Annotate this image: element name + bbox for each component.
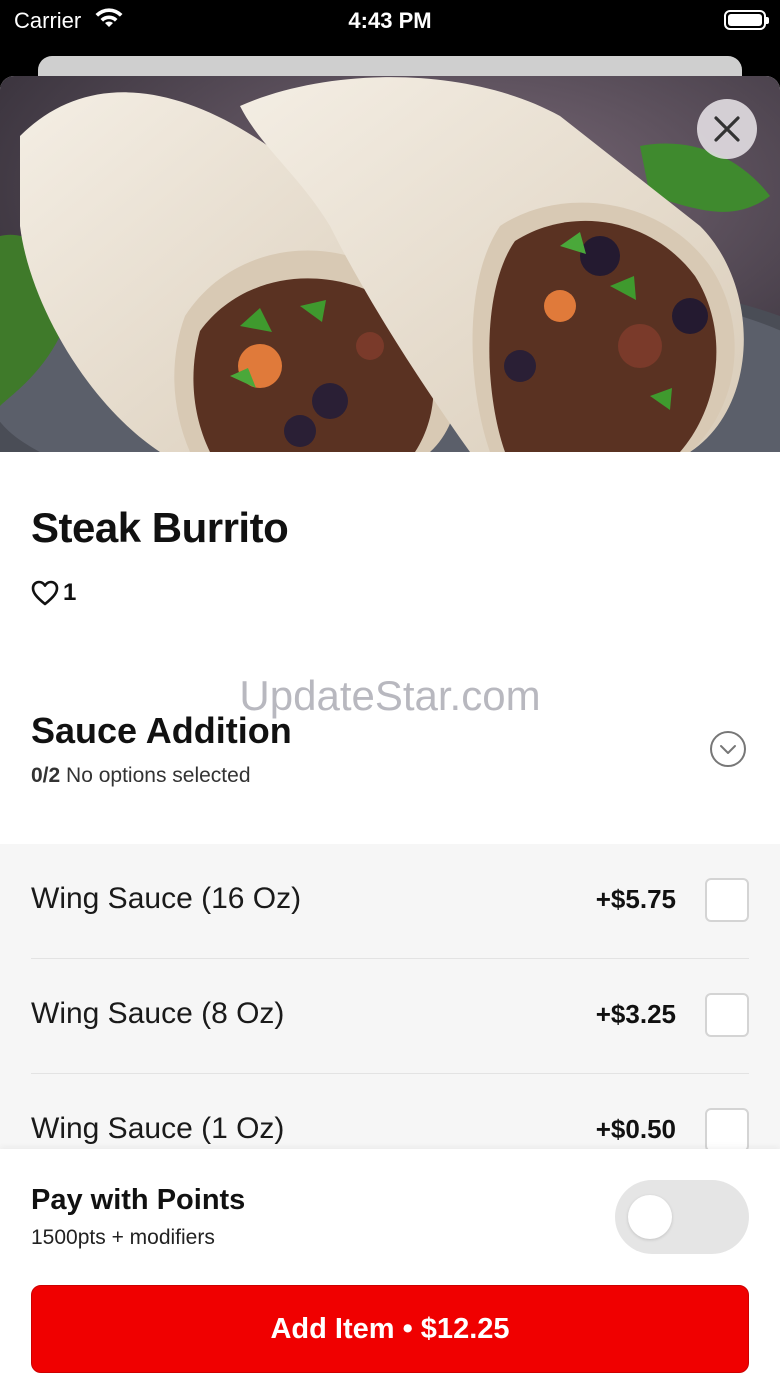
- close-icon: [714, 116, 740, 142]
- heart-icon[interactable]: [31, 580, 59, 606]
- option-row[interactable]: Wing Sauce (16 Oz) +$5.75: [31, 844, 749, 959]
- selected-text: No options selected: [66, 764, 251, 787]
- item-title: Steak Burrito: [31, 504, 289, 551]
- modifier-group-title: Sauce Addition: [31, 710, 292, 751]
- chevron-down-circle-icon[interactable]: [709, 730, 747, 768]
- option-price: +$3.25: [595, 999, 676, 1029]
- pay-with-points-title: Pay with Points: [31, 1184, 246, 1216]
- modifier-options-list: Wing Sauce (16 Oz) +$5.75 Wing Sauce (8 …: [0, 844, 780, 1154]
- close-button[interactable]: [697, 99, 757, 159]
- option-label: Wing Sauce (1 Oz): [31, 1112, 285, 1145]
- burrito-photo: [0, 76, 780, 452]
- pay-with-points-subtitle: 1500pts + modifiers: [31, 1226, 215, 1249]
- option-price: +$0.50: [595, 1114, 676, 1144]
- option-checkbox[interactable]: [705, 1108, 749, 1152]
- like-counter[interactable]: 1: [31, 579, 76, 607]
- option-label: Wing Sauce (16 Oz): [31, 882, 302, 915]
- footer-bar: Pay with Points 1500pts + modifiers Add …: [0, 1149, 780, 1387]
- clock: 4:43 PM: [348, 8, 432, 33]
- option-row[interactable]: Wing Sauce (8 Oz) +$3.25: [31, 959, 749, 1074]
- add-item-button[interactable]: Add Item • $12.25: [31, 1285, 749, 1373]
- status-bar: Carrier 4:43 PM: [0, 0, 780, 56]
- pay-with-points-toggle[interactable]: [615, 1180, 749, 1254]
- option-price: +$5.75: [595, 884, 676, 914]
- toggle-knob: [628, 1195, 672, 1239]
- option-checkbox[interactable]: [705, 878, 749, 922]
- like-count: 1: [63, 579, 77, 606]
- option-label: Wing Sauce (8 Oz): [31, 997, 285, 1030]
- option-checkbox[interactable]: [705, 993, 749, 1037]
- battery-icon: [724, 10, 769, 30]
- selected-count: 0/2: [31, 764, 61, 787]
- item-detail-sheet: Steak Burrito 1 UpdateStar.com Sauce Add…: [0, 76, 780, 1387]
- modifier-group-status: 0/2 No options selected: [31, 764, 251, 788]
